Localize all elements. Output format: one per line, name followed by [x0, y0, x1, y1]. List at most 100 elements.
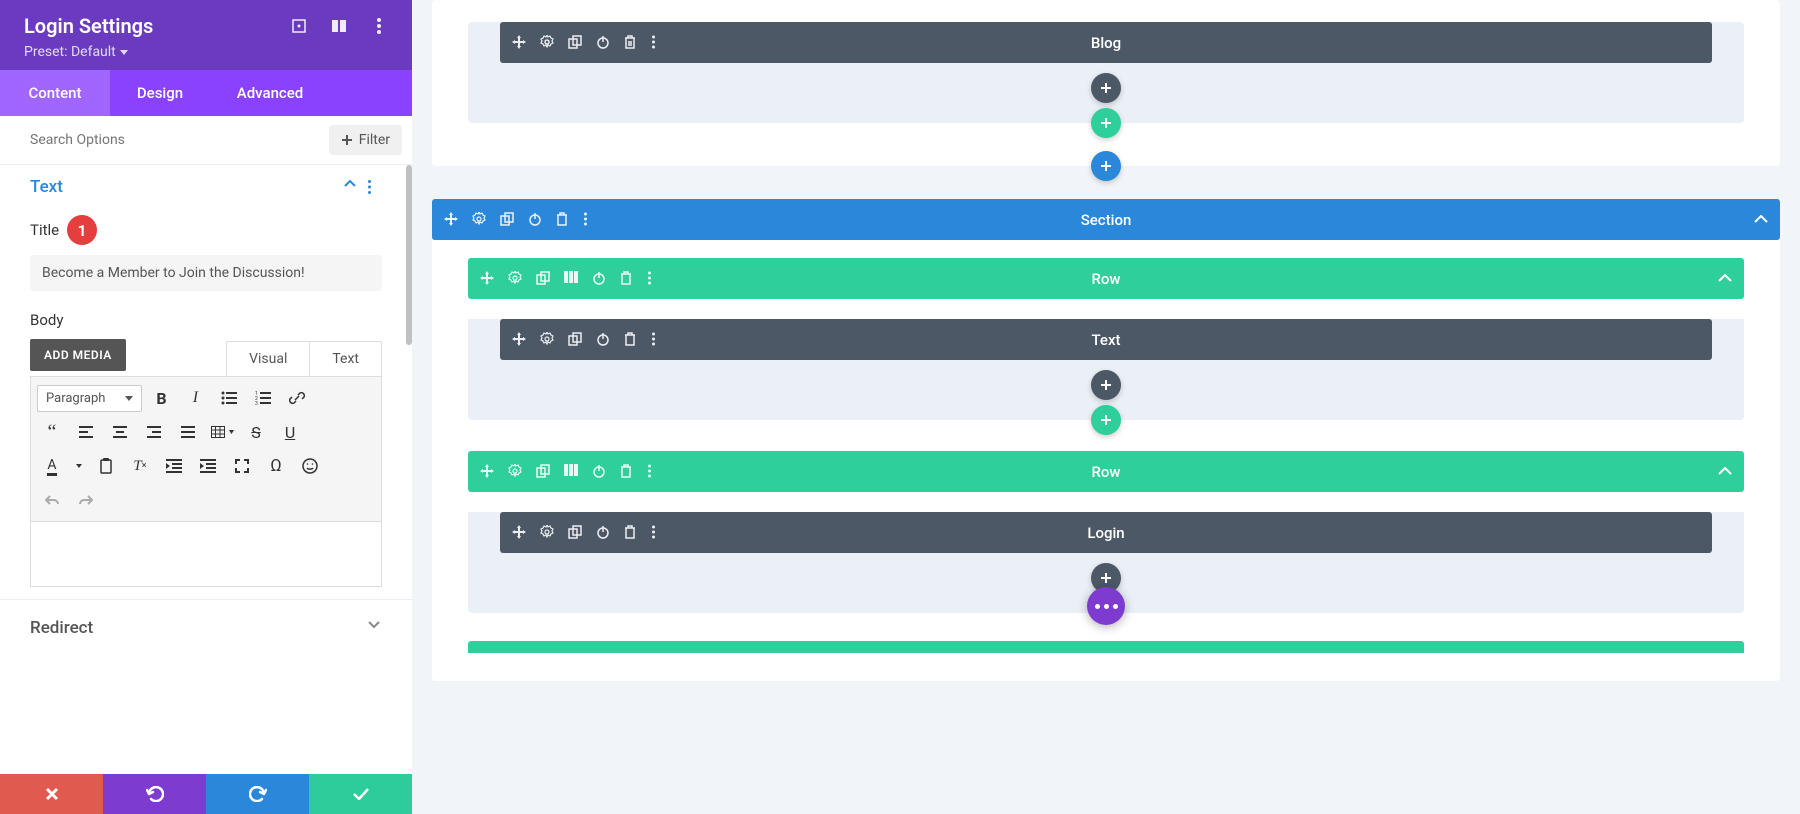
- gear-icon[interactable]: [508, 464, 524, 480]
- bold-icon[interactable]: B: [146, 383, 176, 413]
- module-bar-login[interactable]: Login: [500, 512, 1712, 553]
- gear-icon[interactable]: [540, 35, 556, 51]
- more-icon[interactable]: [652, 332, 668, 348]
- special-char-icon[interactable]: Ω: [261, 451, 291, 481]
- underline-icon[interactable]: U: [275, 417, 305, 447]
- redirect-section-header[interactable]: Redirect: [30, 618, 382, 638]
- expand-icon[interactable]: [290, 17, 308, 35]
- table-icon[interactable]: [207, 417, 237, 447]
- more-icon[interactable]: [652, 35, 668, 51]
- chevron-up-icon[interactable]: [1754, 215, 1768, 224]
- add-row-button[interactable]: [1091, 108, 1121, 138]
- power-icon[interactable]: [596, 332, 612, 348]
- more-icon[interactable]: [648, 464, 664, 480]
- chevron-up-icon[interactable]: [1718, 467, 1732, 476]
- module-bar-text[interactable]: Text: [500, 319, 1712, 360]
- gear-icon[interactable]: [472, 212, 488, 228]
- move-icon[interactable]: [480, 464, 496, 480]
- more-icon[interactable]: [648, 271, 664, 287]
- columns-icon[interactable]: [564, 464, 580, 480]
- duplicate-icon[interactable]: [536, 464, 552, 480]
- move-icon[interactable]: [512, 35, 528, 51]
- preset-selector[interactable]: Preset: Default: [24, 44, 388, 60]
- save-button[interactable]: [309, 774, 412, 814]
- move-icon[interactable]: [512, 525, 528, 541]
- row-bar[interactable]: Row: [468, 451, 1744, 492]
- editor-tab-visual[interactable]: Visual: [226, 341, 309, 376]
- tab-advanced[interactable]: Advanced: [210, 70, 330, 116]
- trash-icon[interactable]: [624, 35, 640, 51]
- link-icon[interactable]: [282, 383, 312, 413]
- more-icon[interactable]: [652, 525, 668, 541]
- trash-icon[interactable]: [624, 332, 640, 348]
- filter-button[interactable]: Filter: [329, 125, 402, 155]
- strikethrough-icon[interactable]: S: [241, 417, 271, 447]
- add-module-button[interactable]: [1091, 73, 1121, 103]
- numbered-list-icon[interactable]: 123: [248, 383, 278, 413]
- trash-icon[interactable]: [620, 271, 636, 287]
- undo-button[interactable]: [103, 774, 206, 814]
- section-bar[interactable]: Section: [432, 199, 1780, 240]
- cancel-button[interactable]: [0, 774, 103, 814]
- text-section-header[interactable]: Text: [30, 177, 382, 197]
- duplicate-icon[interactable]: [568, 332, 584, 348]
- clear-format-icon[interactable]: T×: [125, 451, 155, 481]
- duplicate-icon[interactable]: [536, 271, 552, 287]
- gear-icon[interactable]: [540, 332, 556, 348]
- italic-icon[interactable]: I: [180, 383, 210, 413]
- format-select[interactable]: Paragraph: [37, 385, 142, 412]
- gear-icon[interactable]: [508, 271, 524, 287]
- outdent-icon[interactable]: [159, 451, 189, 481]
- power-icon[interactable]: [596, 525, 612, 541]
- text-color-icon[interactable]: A: [37, 451, 67, 481]
- quote-icon[interactable]: “: [37, 417, 67, 447]
- duplicate-icon[interactable]: [500, 212, 516, 228]
- align-justify-icon[interactable]: [173, 417, 203, 447]
- trash-icon[interactable]: [620, 464, 636, 480]
- search-input[interactable]: [30, 132, 329, 148]
- align-center-icon[interactable]: [105, 417, 135, 447]
- trash-icon[interactable]: [556, 212, 572, 228]
- editor-tab-text[interactable]: Text: [309, 341, 382, 376]
- emoji-icon[interactable]: [295, 451, 325, 481]
- chevron-up-icon[interactable]: [344, 180, 358, 194]
- move-icon[interactable]: [444, 212, 460, 228]
- add-media-button[interactable]: ADD MEDIA: [30, 339, 126, 371]
- tab-design[interactable]: Design: [110, 70, 210, 116]
- row-bar[interactable]: Row: [468, 258, 1744, 299]
- move-icon[interactable]: [512, 332, 528, 348]
- bullet-list-icon[interactable]: [214, 383, 244, 413]
- chevron-up-icon[interactable]: [1718, 274, 1732, 283]
- title-input[interactable]: [30, 255, 382, 291]
- columns-icon[interactable]: [330, 17, 348, 35]
- redo-icon[interactable]: [71, 485, 101, 515]
- more-icon[interactable]: [368, 180, 382, 194]
- add-section-button[interactable]: [1091, 151, 1121, 181]
- power-icon[interactable]: [596, 35, 612, 51]
- indent-icon[interactable]: [193, 451, 223, 481]
- tab-content[interactable]: Content: [0, 70, 110, 116]
- power-icon[interactable]: [592, 271, 608, 287]
- align-right-icon[interactable]: [139, 417, 169, 447]
- redo-button[interactable]: [206, 774, 309, 814]
- undo-icon[interactable]: [37, 485, 67, 515]
- more-actions-button[interactable]: [1087, 587, 1125, 625]
- gear-icon[interactable]: [540, 525, 556, 541]
- text-color-dropdown-icon[interactable]: [71, 451, 87, 481]
- align-left-icon[interactable]: [71, 417, 101, 447]
- more-icon[interactable]: [584, 212, 600, 228]
- columns-icon[interactable]: [564, 271, 580, 287]
- row-bar[interactable]: [468, 641, 1744, 653]
- editor-body[interactable]: [30, 522, 382, 587]
- move-icon[interactable]: [480, 271, 496, 287]
- add-row-button[interactable]: [1091, 405, 1121, 435]
- paste-icon[interactable]: [91, 451, 121, 481]
- duplicate-icon[interactable]: [568, 35, 584, 51]
- more-icon[interactable]: [370, 17, 388, 35]
- duplicate-icon[interactable]: [568, 525, 584, 541]
- add-module-button[interactable]: [1091, 370, 1121, 400]
- module-bar-blog[interactable]: Blog: [500, 22, 1712, 63]
- power-icon[interactable]: [528, 212, 544, 228]
- trash-icon[interactable]: [624, 525, 640, 541]
- chevron-down-icon[interactable]: [368, 621, 382, 635]
